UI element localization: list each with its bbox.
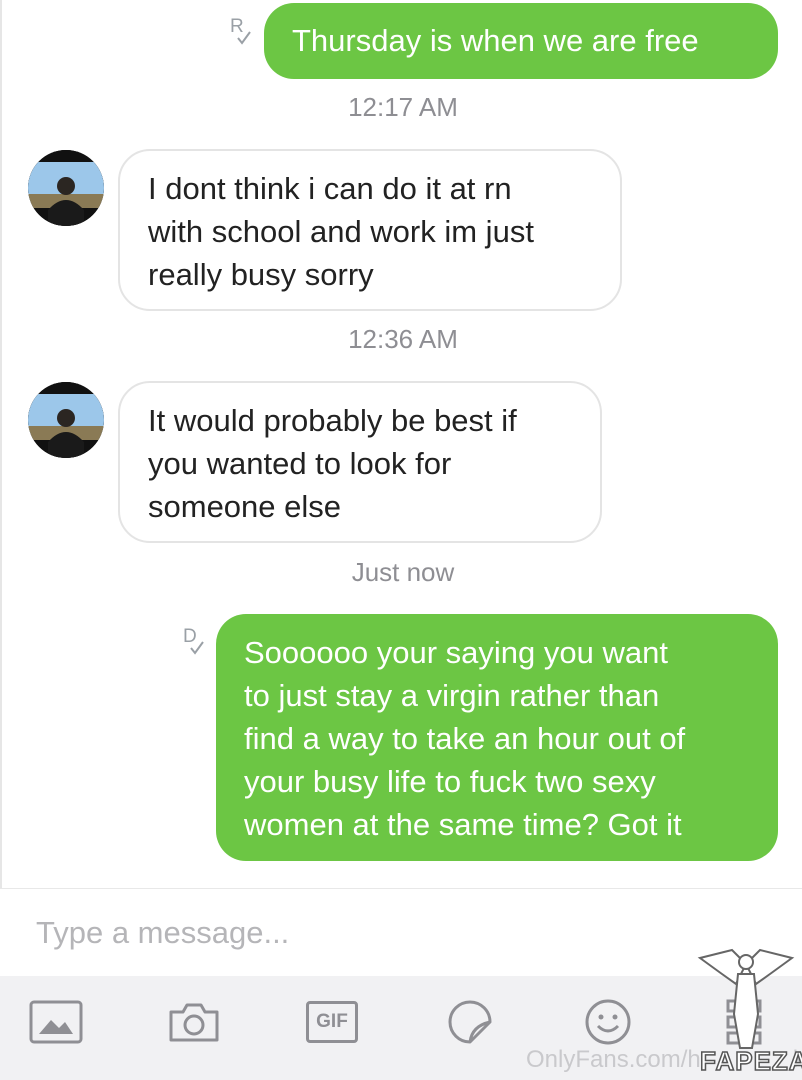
contact-avatar[interactable] — [28, 382, 104, 458]
message-line: someone else — [148, 489, 342, 524]
conversation-view: R Thursday is when we are free 12:17 AM … — [0, 0, 802, 888]
timestamp: Just now — [351, 557, 455, 587]
gif-icon: GIF — [306, 1001, 358, 1043]
incoming-message[interactable]: It would probably be best if you wanted … — [118, 381, 602, 543]
message-line: you wanted to look for — [148, 446, 452, 481]
watermark-logo-text: FAPEZA — [699, 1045, 802, 1077]
message-line: Thursday is when we are free — [292, 23, 699, 58]
gif-button[interactable]: GIF — [302, 994, 362, 1050]
message-line: with school and work im just — [148, 214, 534, 249]
message-input[interactable] — [36, 907, 686, 959]
read-receipt-icon: R — [230, 16, 252, 46]
contact-avatar[interactable] — [28, 150, 104, 226]
message-line: find a way to take an hour out of — [244, 721, 686, 756]
delivered-receipt-icon: D — [183, 626, 205, 656]
incoming-message[interactable]: I dont think i can do it at rn with scho… — [118, 149, 622, 311]
emoji-button[interactable] — [578, 994, 638, 1050]
gif-label: GIF — [316, 1011, 348, 1032]
message-line: to just stay a virgin rather than — [244, 678, 660, 713]
sticker-icon — [446, 998, 494, 1046]
image-icon — [29, 1000, 83, 1044]
outgoing-message[interactable]: Soooooo your saying you want to just sta… — [216, 614, 778, 861]
read-receipt-letter: R — [230, 16, 244, 37]
watermark-url: OnlyFans.com/h — [526, 1046, 701, 1073]
emoji-icon — [583, 997, 633, 1047]
message-line: really busy sorry — [148, 257, 374, 292]
message-composer — [0, 888, 802, 976]
timestamp: 12:36 AM — [348, 324, 458, 354]
camera-button[interactable] — [164, 994, 224, 1050]
image-button[interactable] — [26, 994, 86, 1050]
message-line: women at the same time? Got it — [244, 807, 682, 842]
delivered-receipt-letter: D — [183, 626, 197, 647]
camera-icon — [167, 1000, 221, 1044]
message-line: I dont think i can do it at rn — [148, 171, 512, 206]
timestamp: 12:17 AM — [348, 92, 458, 122]
sticker-button[interactable] — [440, 994, 500, 1050]
message-line: It would probably be best if — [148, 403, 517, 438]
outgoing-message[interactable]: Thursday is when we are free — [264, 3, 778, 79]
message-line: your busy life to fuck two sexy — [244, 764, 656, 799]
message-line: Soooooo your saying you want — [244, 635, 668, 670]
